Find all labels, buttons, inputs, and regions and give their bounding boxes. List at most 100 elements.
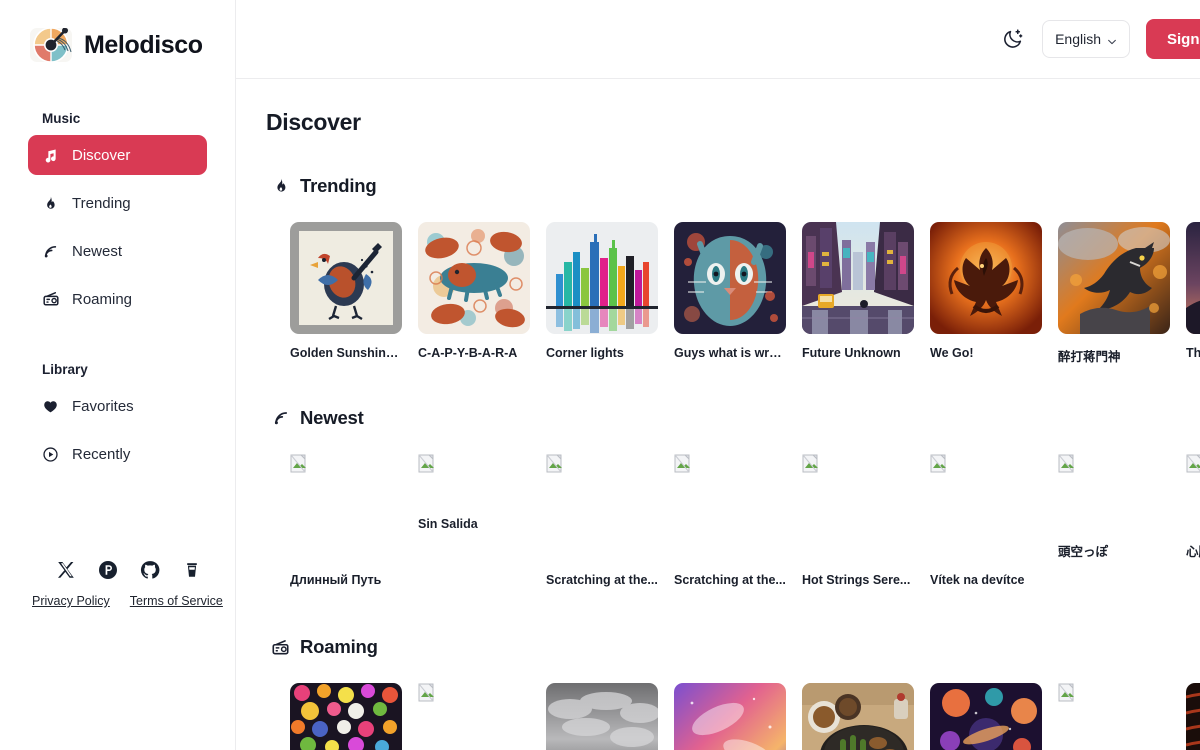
roaming-row[interactable] (266, 683, 1200, 750)
section-header: Newest (266, 407, 1200, 429)
banjo-logo-icon (28, 22, 74, 68)
nav-group-label-music: Music (42, 111, 81, 126)
album-art (802, 683, 914, 750)
music-note-icon (42, 147, 59, 164)
github-icon[interactable] (140, 560, 160, 580)
song-card[interactable] (546, 683, 658, 750)
sidebar-item-trending[interactable]: Trending (28, 183, 207, 223)
broken-image-icon (1058, 683, 1170, 750)
album-art (290, 222, 402, 334)
album-art (1186, 222, 1200, 334)
song-card[interactable]: Hot Strings Sere... (802, 454, 914, 594)
terms-of-service-link[interactable]: Terms of Service (130, 594, 223, 608)
album-art (674, 683, 786, 750)
song-card[interactable]: 頭空っぽ (1058, 454, 1170, 594)
song-card[interactable]: 醉打蒋門神 (1058, 222, 1170, 365)
rss-icon (42, 243, 59, 260)
section-title: Trending (300, 175, 377, 196)
broken-image-icon (930, 454, 1042, 566)
brand-name: Melodisco (84, 30, 203, 59)
song-title: Scratching at the... (546, 573, 658, 587)
buy-me-a-coffee-icon[interactable] (182, 560, 202, 580)
language-select-value: English (1055, 31, 1101, 47)
song-card[interactable]: The (1186, 222, 1200, 365)
broken-image-icon (418, 683, 530, 750)
song-card[interactable] (418, 683, 530, 750)
sidebar-item-label: Discover (72, 146, 131, 164)
song-card[interactable]: Corner lights (546, 222, 658, 365)
song-card[interactable] (1058, 683, 1170, 750)
sidebar-footer: Privacy Policy Terms of Service (0, 560, 236, 750)
song-card[interactable]: Guys what is wro... (674, 222, 786, 365)
song-card[interactable]: Sin Salida (418, 454, 530, 594)
sidebar-item-label: Roaming (72, 290, 133, 308)
song-card[interactable] (674, 683, 786, 750)
page-title: Discover (266, 109, 361, 135)
song-card[interactable]: Vítek na devítce (930, 454, 1042, 594)
trending-row[interactable]: Golden Sunshine... C-A-P-Y-B-A-R-A Corne… (266, 222, 1200, 365)
sidebar-item-label: Favorites (72, 397, 134, 415)
album-art (290, 683, 402, 750)
album-art (674, 222, 786, 334)
x-twitter-icon[interactable] (56, 560, 76, 580)
nav-group-label-library: Library (42, 362, 88, 377)
privacy-policy-link[interactable]: Privacy Policy (32, 594, 110, 608)
sidebar-item-roaming[interactable]: Roaming (28, 279, 207, 319)
album-art (418, 222, 530, 334)
section-title: Newest (300, 407, 364, 428)
song-card[interactable] (930, 683, 1042, 750)
sidebar-item-discover[interactable]: Discover (28, 135, 207, 175)
song-card[interactable]: Future Unknown (802, 222, 914, 365)
song-title: The (1186, 346, 1200, 360)
sidebar-item-label: Recently (72, 445, 131, 463)
moon-stars-icon[interactable] (1000, 26, 1026, 52)
brand[interactable]: Melodisco (0, 0, 235, 68)
sidebar-item-label: Newest (72, 242, 123, 260)
heart-icon (42, 398, 59, 415)
song-card[interactable]: Scratching at the... (546, 454, 658, 594)
sign-in-button[interactable]: Sign in (1146, 19, 1200, 59)
song-title: Future Unknown (802, 346, 901, 360)
album-art (930, 683, 1042, 750)
song-card[interactable] (802, 683, 914, 750)
album-art (802, 222, 914, 334)
radio-icon (272, 639, 289, 656)
topbar: English Sign in (236, 0, 1200, 79)
nav-list-library: Favorites Recently (0, 386, 235, 474)
newest-row[interactable]: Длинный Путь Sin Salida Scratching at th… (266, 454, 1200, 594)
song-title: Длинный Путь (290, 573, 382, 587)
song-title: Golden Sunshine... (290, 346, 402, 360)
song-title: 心臓 (1186, 545, 1200, 559)
song-title: Guys what is wro... (674, 346, 786, 360)
song-card[interactable]: Scratching at the... (674, 454, 786, 594)
main-area: English Sign in Discover Trending (236, 0, 1200, 750)
sidebar: Melodisco Music Discover Trending Newest… (0, 0, 236, 750)
song-card[interactable] (290, 683, 402, 750)
product-hunt-icon[interactable] (98, 560, 118, 580)
song-card[interactable]: C-A-P-Y-B-A-R-A (418, 222, 530, 365)
app-root: Melodisco Music Discover Trending Newest… (0, 0, 1200, 750)
radio-icon (42, 291, 59, 308)
song-title: Scratching at the... (674, 573, 786, 587)
song-title: 頭空っぽ (1058, 545, 1109, 559)
language-select[interactable]: English (1042, 20, 1130, 58)
flame-icon (272, 178, 289, 195)
broken-image-icon (802, 454, 914, 566)
song-card[interactable] (1186, 683, 1200, 750)
song-card[interactable]: Golden Sunshine... (290, 222, 402, 365)
broken-image-icon (290, 454, 402, 566)
song-card[interactable]: Длинный Путь (290, 454, 402, 594)
nav-list-music: Discover Trending Newest Roaming (0, 135, 235, 319)
sidebar-item-favorites[interactable]: Favorites (28, 386, 207, 426)
broken-image-icon (546, 454, 658, 566)
social-links (0, 560, 236, 580)
song-card[interactable]: We Go! (930, 222, 1042, 365)
song-card[interactable]: 心臓 (1186, 454, 1200, 594)
section-newest: Newest Длинный Путь Sin Salida Scratchin… (266, 407, 1200, 594)
album-art (930, 222, 1042, 334)
section-title: Roaming (300, 636, 378, 657)
sidebar-item-recently[interactable]: Recently (28, 434, 207, 474)
sidebar-item-newest[interactable]: Newest (28, 231, 207, 271)
song-title: Corner lights (546, 346, 624, 360)
section-header: Trending (266, 175, 1200, 197)
